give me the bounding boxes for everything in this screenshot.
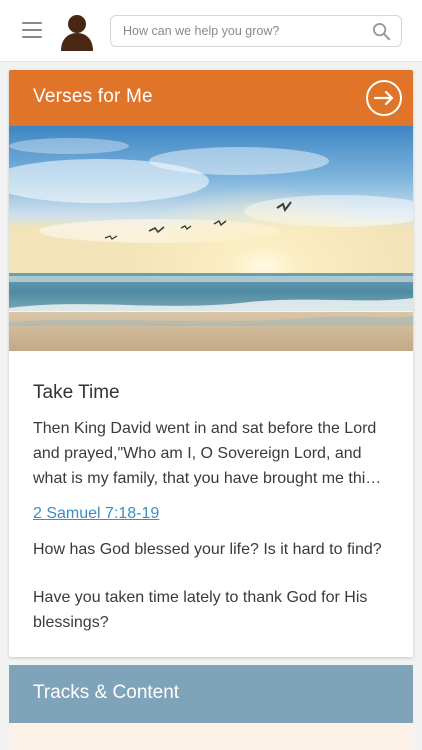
search-box[interactable]: [110, 15, 402, 47]
tracks-content-title: Tracks & Content: [33, 682, 180, 703]
beach-sunrise-image: [9, 126, 413, 351]
hamburger-menu-icon[interactable]: [22, 22, 42, 38]
search-icon[interactable]: [372, 22, 391, 41]
reflection-question-1: How has God blessed your life? Is it har…: [33, 541, 382, 558]
tracks-content-body: [9, 723, 413, 750]
verses-card-title: Verses for Me: [33, 86, 153, 107]
search-input[interactable]: [123, 16, 363, 46]
user-avatar-icon[interactable]: [60, 13, 94, 51]
reflection-question-2: Have you taken time lately to thank God …: [33, 589, 368, 631]
verse-reference-link[interactable]: 2 Samuel 7:18-19: [33, 505, 159, 523]
verses-card-header[interactable]: Verses for Me: [9, 70, 413, 126]
verse-title: Take Time: [33, 382, 120, 403]
verse-text: Then King David went in and sat before t…: [33, 420, 382, 487]
arrow-right-circle-icon[interactable]: [365, 79, 403, 117]
verses-card: Verses for Me Take Time Then King David …: [9, 70, 413, 657]
verses-card-body: Take Time Then King David went in and sa…: [9, 356, 413, 635]
top-bar: [0, 0, 422, 62]
tracks-content-header[interactable]: Tracks & Content: [9, 665, 413, 723]
